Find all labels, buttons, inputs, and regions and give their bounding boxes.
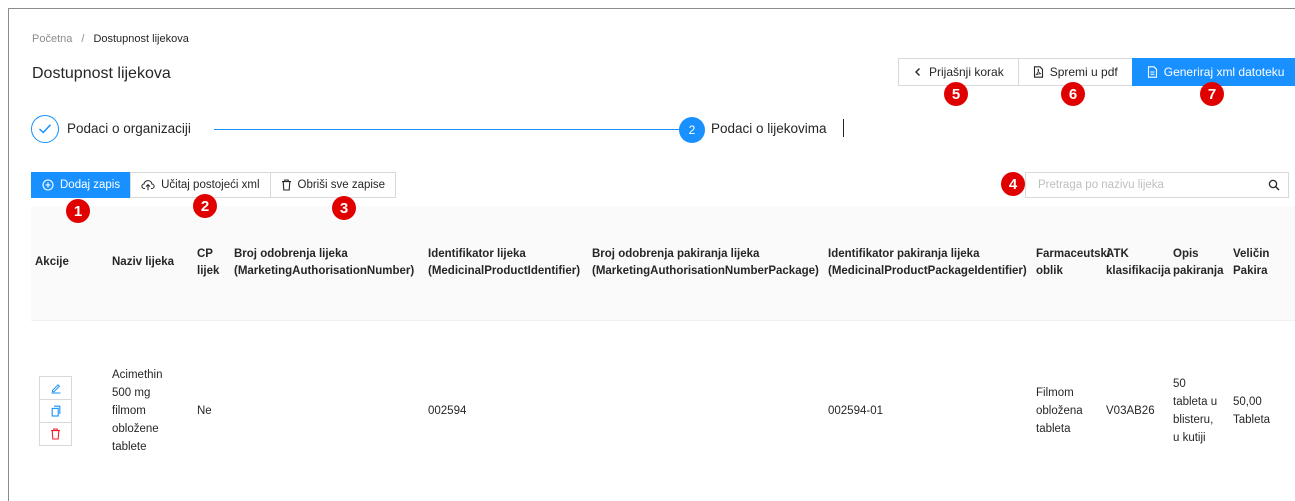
load-xml-label: Učitaj postojeći xml bbox=[161, 179, 260, 191]
chevron-left-icon bbox=[915, 68, 920, 76]
edit-icon bbox=[51, 384, 60, 394]
cell-velicina: 50,00 Tableta bbox=[1229, 320, 1295, 501]
step-1-label[interactable]: Podaci o organizaciji bbox=[67, 121, 191, 136]
app-frame: Početna / Dostupnost lijekova Dostupnost… bbox=[8, 8, 1295, 501]
cell-identifikator-pakiranja: 002594-01 bbox=[824, 320, 1032, 501]
copy-icon bbox=[51, 405, 60, 417]
plus-circle-icon bbox=[42, 179, 54, 191]
breadcrumb-separator: / bbox=[81, 33, 85, 45]
add-record-button[interactable]: Dodaj zapis bbox=[31, 172, 132, 198]
row-action-group bbox=[39, 376, 72, 446]
cell-atk: V03AB26 bbox=[1102, 320, 1169, 501]
page-title: Dostupnost lijekova bbox=[32, 65, 171, 82]
cell-naziv: Acimethin 500 mg filmom obložene tablete bbox=[108, 320, 193, 501]
table-row: Acimethin 500 mg filmom obložene tablete Ne … bbox=[31, 320, 1295, 501]
text-caret bbox=[843, 119, 844, 137]
step-2-number: 2 bbox=[679, 117, 705, 143]
column-header[interactable]: Naziv lijeka bbox=[108, 206, 193, 321]
annotation-badge: 4 bbox=[1001, 172, 1025, 196]
cell-opis: 50 tableta u blisteru, u kutiji bbox=[1169, 320, 1229, 501]
table-toolbar: Dodaj zapis Učitaj postojeći xml Obriši … bbox=[31, 172, 397, 198]
annotation-badge: 2 bbox=[193, 194, 217, 218]
steps: Podaci o organizaciji 2 Podaci o lijekov… bbox=[31, 115, 844, 145]
breadcrumb: Početna / Dostupnost lijekova bbox=[32, 33, 189, 45]
column-header[interactable]: Broj odobrenja pakiranja lijeka (Marketin… bbox=[588, 206, 824, 321]
annotation-badge: 5 bbox=[944, 82, 968, 106]
previous-step-label: Prijašnji korak bbox=[929, 65, 1004, 79]
breadcrumb-current: Dostupnost lijekova bbox=[93, 33, 189, 45]
delete-row-button[interactable] bbox=[39, 422, 72, 446]
add-record-label: Dodaj zapis bbox=[60, 179, 121, 191]
save-pdf-label: Spremi u pdf bbox=[1049, 65, 1118, 79]
search-input[interactable] bbox=[1038, 179, 1268, 191]
column-header[interactable]: Identifikator pakiranja lijeka (Medicinal… bbox=[824, 206, 1032, 321]
delete-all-button[interactable]: Obriši sve zapise bbox=[269, 172, 397, 198]
cell-identifikator: 002594 bbox=[424, 320, 588, 501]
delete-all-label: Obriši sve zapise bbox=[297, 179, 386, 191]
column-header[interactable]: ATK klasifikacija bbox=[1102, 206, 1171, 321]
column-header[interactable]: Farmaceutski oblik bbox=[1032, 206, 1110, 321]
trash-icon bbox=[281, 179, 291, 191]
step-2-label[interactable]: Podaci o lijekovima bbox=[711, 121, 827, 136]
annotation-badge: 6 bbox=[1061, 82, 1085, 106]
column-header[interactable]: Akcije bbox=[31, 206, 108, 321]
table-header-row: Akcije Naziv lijeka CP lijek Broj odobren… bbox=[31, 206, 1295, 321]
edit-row-button[interactable] bbox=[39, 376, 72, 400]
generate-xml-label: Generiraj xml datoteku bbox=[1163, 65, 1285, 79]
cell-broj-odobrenja bbox=[230, 320, 424, 501]
column-header[interactable]: Identifikator lijeka (MedicinalProductIde… bbox=[424, 206, 588, 321]
annotation-badge: 3 bbox=[332, 196, 356, 220]
search-box bbox=[1025, 172, 1289, 198]
column-header[interactable]: Opis pakiranja bbox=[1169, 206, 1229, 321]
cell-broj-pakiranja bbox=[588, 320, 824, 501]
cloud-upload-icon bbox=[141, 180, 155, 191]
file-text-icon bbox=[1147, 66, 1157, 78]
medicines-table: Akcije Naziv lijeka CP lijek Broj odobren… bbox=[31, 206, 1295, 501]
column-header[interactable]: Veličin Pakira bbox=[1229, 206, 1295, 321]
annotation-badge: 7 bbox=[1200, 82, 1224, 106]
annotation-badge: 1 bbox=[66, 199, 90, 223]
cell-cp: Ne bbox=[193, 320, 230, 501]
check-icon bbox=[38, 124, 52, 134]
step-1-done bbox=[31, 115, 59, 143]
copy-row-button[interactable] bbox=[39, 399, 72, 423]
breadcrumb-home[interactable]: Početna bbox=[32, 33, 72, 45]
column-header[interactable]: CP lijek bbox=[193, 206, 230, 321]
trash-icon bbox=[51, 428, 60, 440]
step-connector bbox=[214, 129, 684, 130]
row-actions bbox=[31, 320, 108, 501]
pdf-file-icon bbox=[1033, 66, 1043, 78]
cell-oblik: Filmom obložena tableta bbox=[1032, 320, 1102, 501]
search-icon[interactable] bbox=[1268, 179, 1280, 191]
column-header[interactable]: Broj odobrenja lijeka (MarketingAuthorisa… bbox=[230, 206, 424, 321]
